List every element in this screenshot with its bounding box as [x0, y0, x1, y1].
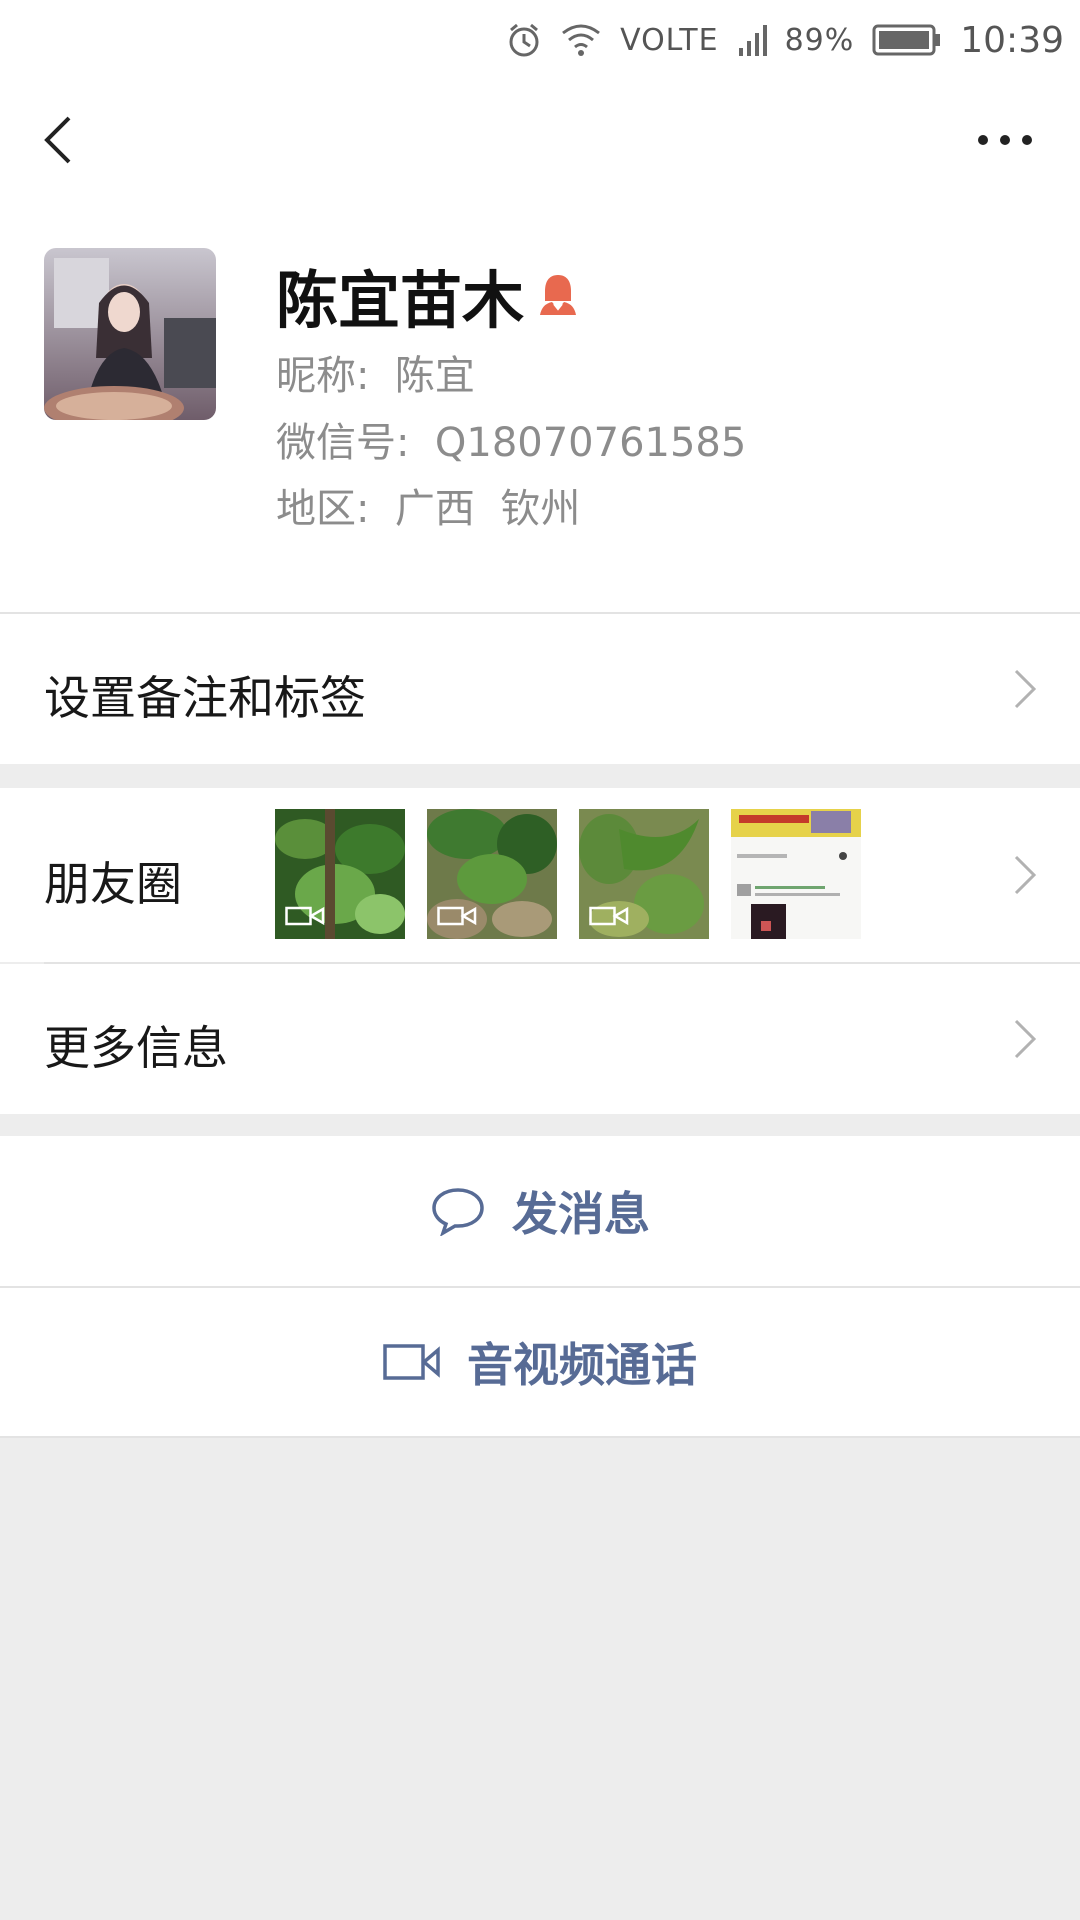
more-info-row[interactable]: 更多信息 — [0, 964, 1080, 1114]
divider — [0, 1436, 1080, 1438]
moments-thumbnail[interactable] — [579, 809, 709, 939]
moments-thumbnail[interactable] — [275, 809, 405, 939]
moments-thumbnail[interactable] — [731, 809, 861, 939]
more-info-label: 更多信息 — [44, 1021, 228, 1075]
video-camera-icon — [383, 1344, 440, 1380]
chevron-right-icon — [1014, 855, 1037, 895]
video-icon — [589, 906, 629, 926]
wechat-id-text: 微信号: Q18070761585 — [276, 420, 747, 466]
status-bar: VOLTE 89% 10:39 — [0, 0, 1080, 80]
video-call-button[interactable]: 音视频通话 — [0, 1288, 1080, 1436]
remark-tags-label: 设置备注和标签 — [44, 671, 366, 725]
video-call-label: 音视频通话 — [467, 1338, 697, 1392]
contact-name: 陈宜苗木 — [276, 264, 525, 337]
alarm-icon — [506, 22, 542, 58]
remark-tags-row[interactable]: 设置备注和标签 — [0, 614, 1080, 764]
wifi-icon — [560, 23, 602, 57]
video-icon — [285, 906, 325, 926]
moments-row[interactable]: 朋友圈 — [0, 788, 1080, 962]
battery-percent: 89% — [784, 22, 855, 58]
female-icon — [538, 273, 578, 317]
back-chevron-icon — [44, 116, 71, 164]
signal-icon — [737, 24, 767, 56]
battery-icon — [872, 23, 942, 57]
chat-bubble-icon — [432, 1188, 484, 1236]
video-icon — [437, 906, 477, 926]
nav-header — [0, 80, 1080, 200]
clock: 10:39 — [960, 19, 1064, 61]
moments-thumbnail[interactable] — [427, 809, 557, 939]
send-message-button[interactable]: 发消息 — [0, 1136, 1080, 1286]
moments-label: 朋友圈 — [44, 857, 182, 911]
moments-thumbnails — [275, 809, 883, 939]
network-type: VOLTE — [620, 22, 719, 58]
back-button[interactable] — [28, 110, 88, 170]
profile-card: 陈宜苗木 昵称: 陈宜 微信号: Q18070761585 地区: 广西 钦州 — [0, 200, 1080, 612]
region-text: 地区: 广西 钦州 — [276, 486, 581, 532]
more-button[interactable] — [970, 110, 1040, 170]
chevron-right-icon — [1014, 1019, 1037, 1059]
chevron-right-icon — [1014, 669, 1037, 709]
more-dots-icon — [978, 135, 1032, 145]
nickname-text: 昵称: 陈宜 — [276, 353, 475, 399]
send-message-label: 发消息 — [512, 1187, 650, 1241]
avatar[interactable] — [44, 248, 216, 420]
